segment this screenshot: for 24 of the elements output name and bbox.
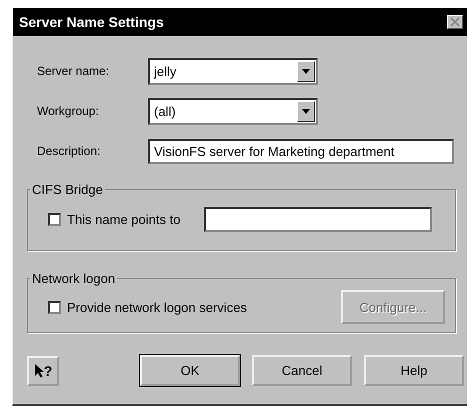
window-title: Server Name Settings	[19, 14, 164, 30]
field-label: Server name:	[37, 64, 110, 78]
caret-icon	[302, 68, 310, 74]
group-title: Network logon	[31, 271, 116, 286]
dropdown[interactable]: (all)	[148, 98, 318, 124]
arrow-pointer-icon	[34, 363, 44, 378]
group-title: CIFS Bridge	[31, 182, 104, 197]
dialog-button[interactable]: Help	[364, 355, 464, 386]
checkbox[interactable]	[48, 213, 61, 226]
dropdown[interactable]: jelly	[148, 58, 318, 84]
caret-icon	[302, 108, 310, 114]
checkbox[interactable]	[48, 300, 61, 314]
dialog-button[interactable]: OK	[140, 355, 240, 386]
dialog-button[interactable]: Cancel	[252, 355, 352, 386]
checkbox-label: This name points to	[67, 212, 180, 227]
checkbox-label: Provide network logon services	[67, 300, 247, 314]
dropdown-arrow-button[interactable]	[297, 100, 315, 122]
close-icon	[450, 17, 460, 27]
field-label: Workgroup:	[37, 104, 100, 118]
dropdown-arrow-button[interactable]	[297, 60, 315, 82]
field-label: Description:	[37, 144, 102, 158]
input-field[interactable]	[204, 207, 432, 232]
context-help-button[interactable]: ?	[27, 356, 59, 386]
input-field[interactable]: VisionFS server for Marketing department	[148, 138, 454, 164]
